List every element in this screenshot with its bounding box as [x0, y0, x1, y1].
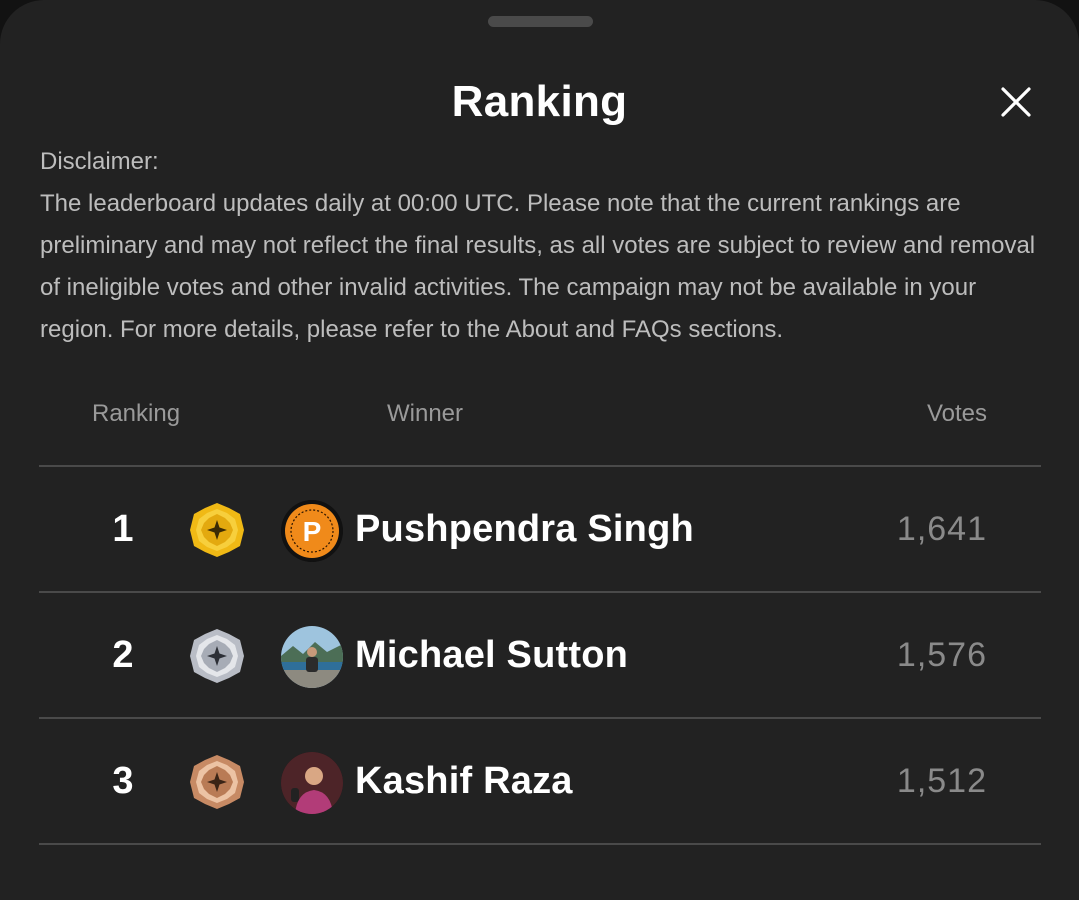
vote-count: 1,641 — [896, 510, 987, 548]
rank-number: 2 — [112, 634, 134, 676]
close-button[interactable] — [994, 80, 1038, 124]
winner-name: Kashif Raza — [355, 760, 573, 802]
ranking-sheet: Ranking Disclaimer: The leaderboard upda… — [0, 0, 1079, 900]
winner-name: Michael Sutton — [355, 634, 629, 676]
avatar — [281, 752, 343, 814]
page-title: Ranking — [451, 77, 628, 126]
table-row[interactable]: 2 Michael Sutton 1,576 — [0, 593, 1079, 717]
column-header-ranking: Ranking — [92, 400, 181, 427]
table-row[interactable]: 3 Kashif Raza 1,512 — [0, 719, 1079, 843]
disclaimer-body: The leaderboard updates daily at 00:00 U… — [40, 190, 1036, 343]
bronze-medal-icon — [190, 755, 244, 809]
rank-number: 3 — [112, 760, 134, 802]
avatar-letter: P — [303, 516, 322, 547]
avatar — [281, 626, 343, 688]
divider — [39, 843, 1041, 845]
winner-name: Pushpendra Singh — [355, 508, 694, 550]
avatar-logo-image: P — [281, 500, 343, 562]
disclaimer-heading: Disclaimer: — [40, 148, 159, 175]
gold-medal-icon — [190, 503, 244, 557]
table-row[interactable]: 1 P Pushpendra Singh 1,641 — [0, 467, 1079, 591]
column-header-winner: Winner — [387, 400, 464, 427]
vote-count: 1,576 — [896, 636, 987, 674]
avatar-photo-image — [281, 626, 343, 688]
avatar: P — [281, 500, 343, 562]
drag-handle[interactable] — [488, 16, 593, 27]
avatar-photo-image — [281, 752, 343, 814]
vote-count: 1,512 — [896, 762, 987, 800]
column-header-votes: Votes — [926, 400, 987, 427]
close-icon — [1001, 87, 1031, 117]
silver-medal-icon — [190, 629, 244, 683]
rank-number: 1 — [112, 508, 134, 550]
table-header: Ranking Winner Votes — [0, 394, 1079, 434]
disclaimer: Disclaimer: The leaderboard updates dail… — [40, 141, 1050, 351]
